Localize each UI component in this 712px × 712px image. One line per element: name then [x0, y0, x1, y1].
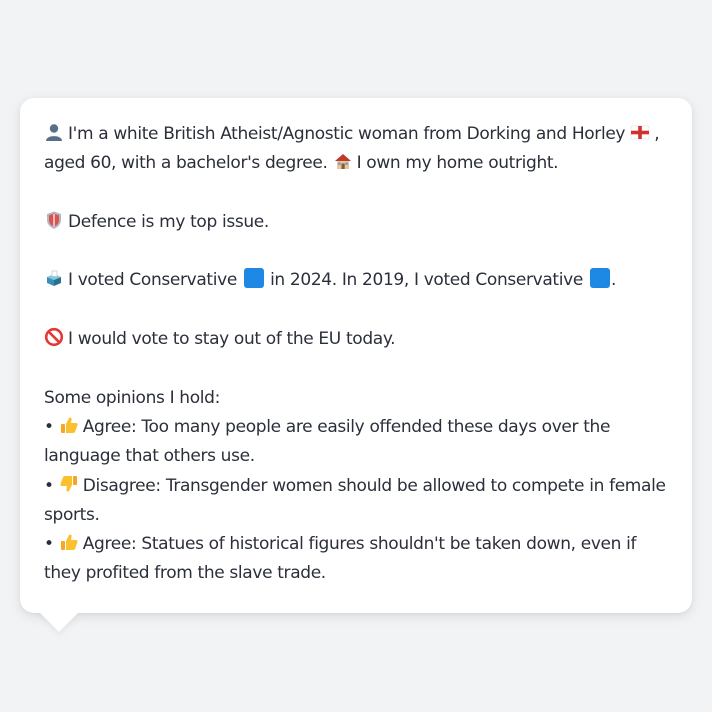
ballot-box-icon [44, 268, 64, 288]
issue-text: Defence is my top issue. [68, 211, 269, 232]
blue-square-icon [590, 268, 610, 289]
vote-text-2: in 2024. In 2019, I voted Conservative [270, 270, 583, 291]
thumbs-up-icon [59, 415, 79, 435]
vote-text-1: I voted Conservative [68, 270, 237, 291]
opinion-item: • Disagree: Transgender women should be … [44, 472, 668, 531]
opinion-item: • Agree: Too many people are easily offe… [44, 413, 668, 472]
bullet-mark: • [44, 416, 54, 437]
opinion-item: • Agree: Statues of historical figures s… [44, 530, 668, 589]
profile-text-2: aged 60, with a bachelor's degree. [44, 153, 328, 174]
profile-paragraph: I'm a white British Atheist/Agnostic wom… [44, 120, 668, 179]
bust-in-silhouette-icon [44, 122, 64, 142]
thumbs-down-icon [59, 474, 79, 494]
prohibited-icon [44, 327, 64, 347]
vote-paragraph: I voted Conservative in 2024. In 2019, I… [44, 266, 668, 295]
issue-paragraph: Defence is my top issue. [44, 208, 668, 237]
bullet-mark: • [44, 475, 54, 496]
thumbs-up-icon [59, 532, 79, 552]
england-flag-icon [630, 122, 650, 142]
profile-text-1: I'm a white British Atheist/Agnostic wom… [68, 124, 626, 144]
opinion-stance: Agree: [82, 534, 137, 555]
shield-icon [44, 210, 64, 230]
blue-square-icon [244, 268, 264, 289]
opinions-heading: Some opinions I hold: [44, 387, 220, 408]
bullet-mark: • [44, 534, 54, 555]
message-bubble: I'm a white British Atheist/Agnostic wom… [20, 98, 692, 613]
opinion-stance: Agree: [82, 416, 137, 437]
eu-paragraph: I would vote to stay out of the EU today… [44, 325, 668, 354]
opinion-stance: Disagree: [82, 475, 161, 496]
bubble-tail [39, 612, 79, 632]
profile-comma: , [654, 124, 660, 144]
profile-text-3: I own my home outright. [356, 153, 559, 174]
eu-text: I would vote to stay out of the EU today… [68, 329, 396, 350]
vote-period: . [611, 270, 617, 291]
house-icon [333, 151, 353, 171]
